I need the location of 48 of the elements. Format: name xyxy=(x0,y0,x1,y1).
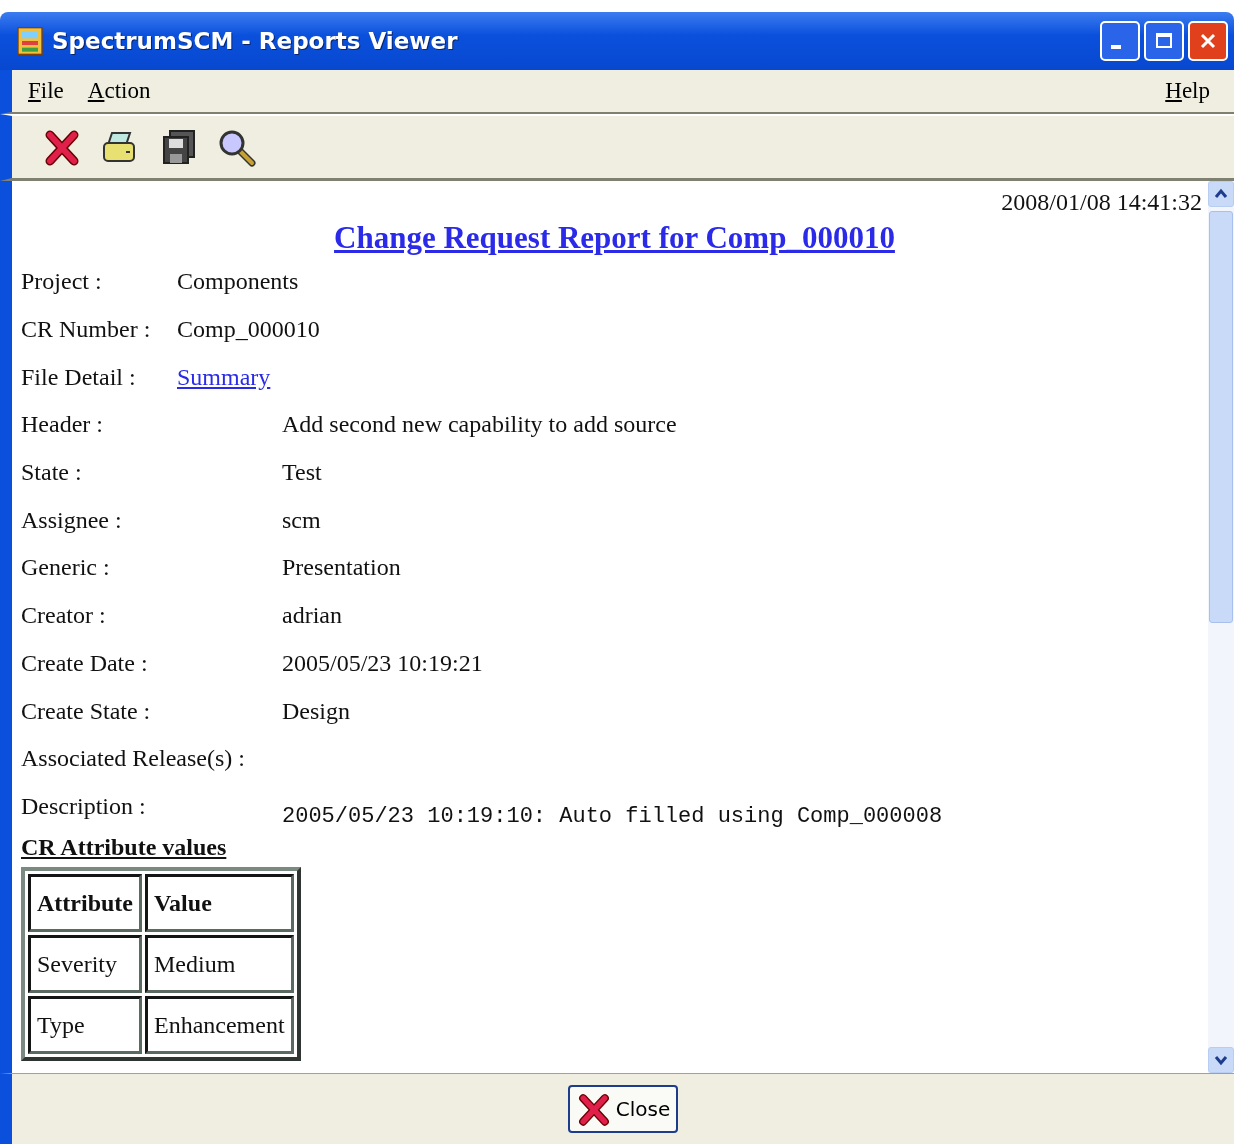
table-cell: Severity xyxy=(28,935,142,994)
scroll-down-button[interactable] xyxy=(1208,1047,1234,1073)
field-label: File Detail : xyxy=(21,363,137,391)
field-value: Design xyxy=(282,697,350,725)
table-cell: Type xyxy=(28,996,142,1055)
field-label: Create State : xyxy=(21,697,152,725)
field-value: 2005/05/23 10:19:10: Auto filled using Comp_000008 xyxy=(282,803,943,829)
menu-item[interactable]: Help xyxy=(1165,78,1210,104)
field-label: Associated Release(s) : xyxy=(21,745,246,773)
menu-item[interactable]: Action xyxy=(87,78,151,104)
minimize-button[interactable] xyxy=(1100,21,1140,61)
field-label: Description : xyxy=(21,792,147,820)
field-label: Generic : xyxy=(21,554,111,582)
field-label: Creator : xyxy=(21,602,107,630)
field-label: Project : xyxy=(21,268,103,296)
close-report-button[interactable]: Close xyxy=(567,1085,679,1133)
timestamp: 2008/01/08 14:41:32 xyxy=(1000,189,1203,216)
minimize-icon xyxy=(1111,45,1121,49)
scroll-up-button[interactable] xyxy=(1208,181,1234,207)
window-title: SpectrumSCM - Reports Viewer xyxy=(52,28,459,54)
field-label: State : xyxy=(21,459,83,487)
close-icon xyxy=(1198,31,1218,51)
table-cell: Medium xyxy=(145,935,294,994)
field-label: CR Number : xyxy=(21,316,152,344)
field-value: scm xyxy=(282,506,321,534)
menu-item[interactable]: File xyxy=(28,78,64,104)
field-value: Components xyxy=(177,268,299,296)
summary-link[interactable]: Summary xyxy=(177,363,271,391)
field-value: Presentation xyxy=(282,554,401,582)
field-label: Create Date : xyxy=(21,649,149,677)
column-header: Attribute xyxy=(28,874,142,933)
maximize-button[interactable] xyxy=(1144,21,1184,61)
scrollbar-thumb[interactable] xyxy=(1209,211,1233,623)
field-value: 2005/05/23 10:19:21 xyxy=(282,649,483,677)
field-label: Header : xyxy=(21,411,104,439)
vertical-scrollbar[interactable] xyxy=(1208,181,1234,1073)
application-icon xyxy=(14,25,46,57)
column-header: Value xyxy=(145,874,294,933)
maximize-icon xyxy=(1154,31,1174,51)
table-cell: Enhancement xyxy=(145,996,294,1055)
field-value: Comp_000010 xyxy=(177,316,320,344)
field-value: adrian xyxy=(282,602,342,630)
field-value: Test xyxy=(282,459,322,487)
field-value: Add second new capability to add source xyxy=(282,411,677,439)
field-label: Assignee : xyxy=(21,506,123,534)
close-button[interactable] xyxy=(1188,21,1228,61)
report-title-link[interactable]: Change Request Report for Comp_000010 xyxy=(334,220,895,255)
section-heading: CR Attribute values xyxy=(21,834,228,862)
